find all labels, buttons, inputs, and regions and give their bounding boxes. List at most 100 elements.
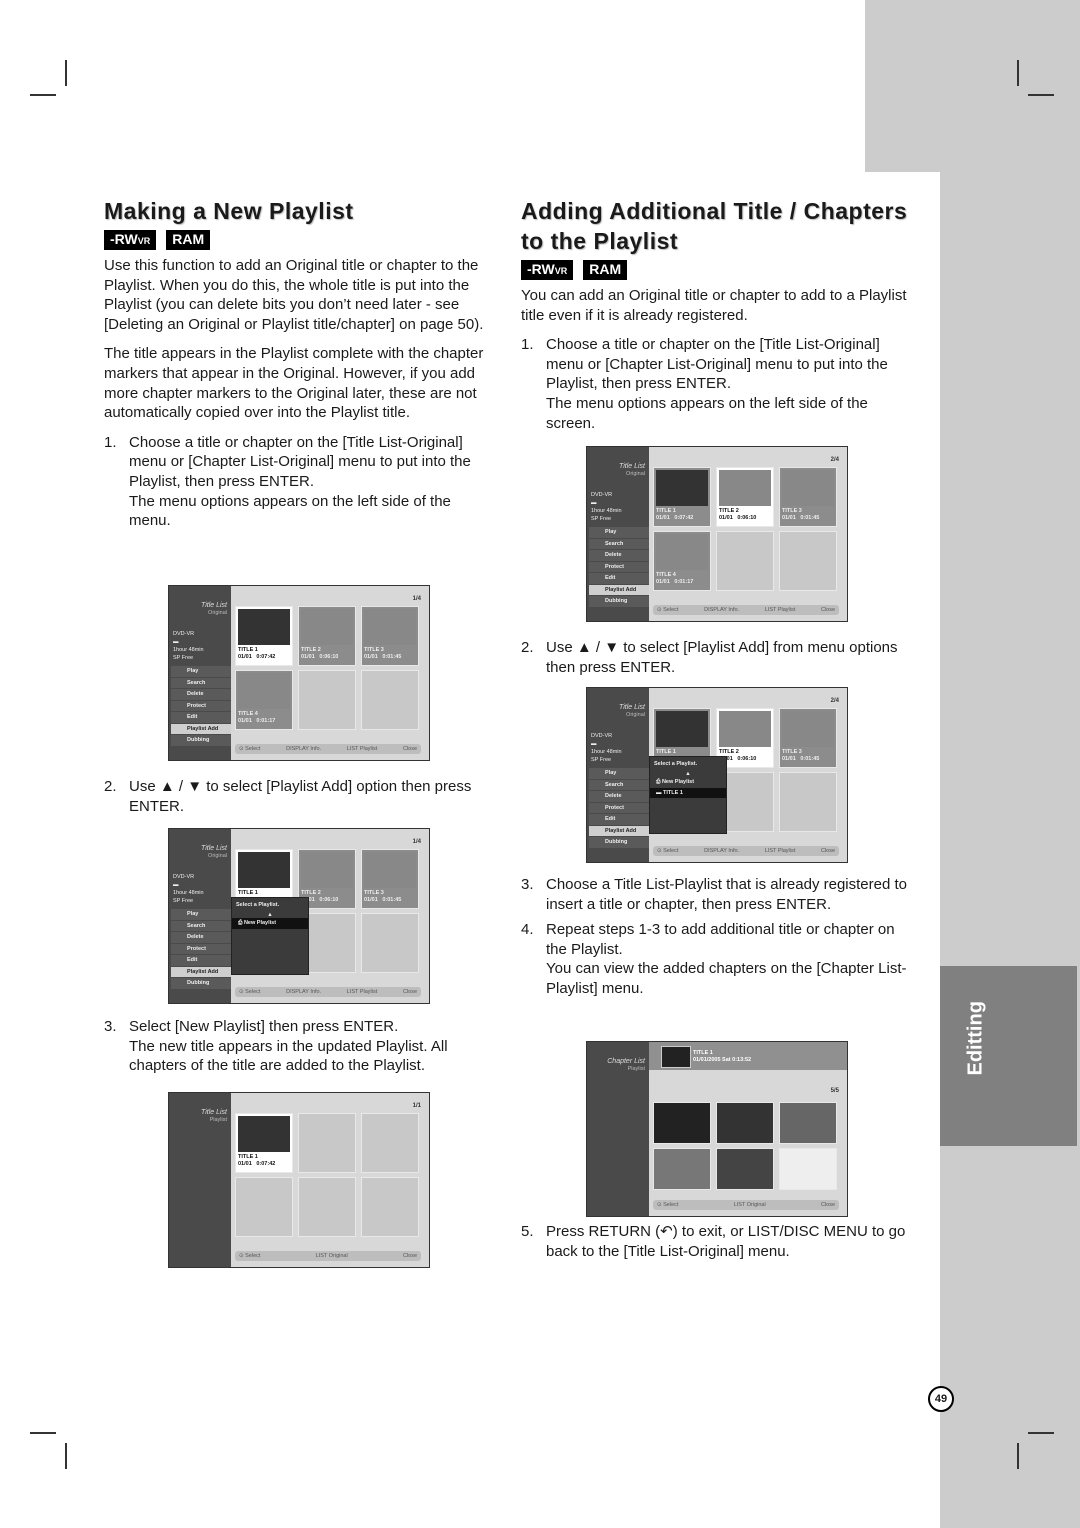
step-2: 2. Use ▲ / ▼ to select [Playlist Add] fro… xyxy=(521,639,898,676)
screen-footer: ⊙ Select DISPLAY Info. LIST Playlist Close xyxy=(653,605,839,615)
popup-title: Select a Playlist. xyxy=(654,761,698,767)
menu-item-search[interactable]: Search xyxy=(171,677,231,688)
section-heading: Making a New Playlist xyxy=(104,198,354,224)
pager: 5/5 xyxy=(830,1088,839,1094)
crop-mark xyxy=(30,94,56,96)
pager: 1/4 xyxy=(412,596,421,602)
menu-item-search[interactable]: Search xyxy=(171,920,231,931)
menu-item-playlist-add[interactable]: Playlist Add xyxy=(171,966,231,977)
empty-thumb xyxy=(779,531,837,591)
pager: 2/4 xyxy=(830,698,839,704)
title-thumb[interactable]: TITLE 3 01/01 0:01:45 xyxy=(779,467,837,527)
menu-item-playlist-add[interactable]: Playlist Add xyxy=(589,584,649,595)
menu-item-edit[interactable]: Edit xyxy=(171,712,231,723)
menu-item-protect[interactable]: Protect xyxy=(171,943,231,954)
title-thumb[interactable]: TITLE 101/01 0:07:42 xyxy=(235,606,293,666)
menu-item-dubbing[interactable]: Dubbing xyxy=(589,837,649,848)
chapter-thumb[interactable] xyxy=(653,1148,711,1190)
section-heading: Adding Additional Title / Chapters to th… xyxy=(521,198,908,254)
left-column: Making a New Playlist -RWVR RAM Use this… xyxy=(104,196,496,537)
right-column: Adding Additional Title / Chapters to th… xyxy=(521,196,913,439)
title-thumb[interactable]: TITLE 201/01 0:06:10 xyxy=(716,467,774,527)
step-3: 3. Select [New Playlist] then press ENTER… xyxy=(104,1018,448,1075)
screen-sidebar: Title List Original DVD-VR ▬ 1hour 48min SP … xyxy=(169,586,231,760)
chapter-thumb[interactable] xyxy=(716,1148,774,1190)
chapter-thumb[interactable] xyxy=(716,1102,774,1144)
empty-thumb xyxy=(298,670,356,730)
body-paragraph: The title appears in the Playlist comple… xyxy=(104,345,484,422)
popup-title-1[interactable]: ▬ TITLE 1 xyxy=(650,788,726,798)
title-thumb[interactable]: TITLE 3 01/01 0:01:45 xyxy=(779,708,837,768)
screen-footer: ⊙ Select DISPLAY Info. LIST Playlist Close xyxy=(653,846,839,856)
menu-item-dubbing[interactable]: Dubbing xyxy=(589,596,649,607)
title-thumb[interactable]: TITLE 201/01 0:06:10 xyxy=(298,606,356,666)
chapter-thumb[interactable] xyxy=(779,1102,837,1144)
chapter-preview xyxy=(661,1046,691,1068)
screenshot-chapter-list: Chapter List Playlist TITLE 1 01/01/2005 S… xyxy=(586,1041,848,1217)
empty-thumb xyxy=(361,670,419,730)
menu-item-playlist-add[interactable]: Playlist Add xyxy=(589,825,649,836)
disc-badge-rw: -RWVR xyxy=(104,230,157,250)
empty-thumb xyxy=(361,1113,419,1173)
chapter-info: TITLE 1 01/01/2005 Sat 0:13:52 xyxy=(693,1050,752,1063)
screen-sidebar: Title List Original DVD-VR ▬ 1hour 48min SP … xyxy=(587,447,649,621)
menu-item-delete[interactable]: Delete xyxy=(171,932,231,943)
menu-item-dubbing[interactable]: Dubbing xyxy=(171,978,231,989)
menu-item-protect[interactable]: Protect xyxy=(589,802,649,813)
right-step-5: 5. Press RETURN (↶) to exit, or LIST/DISC… xyxy=(521,1222,913,1267)
screen-menu: Play Search Delete Protect Edit Playlist… xyxy=(171,666,231,747)
menu-item-play[interactable]: Play xyxy=(589,768,649,779)
empty-thumb xyxy=(361,1177,419,1237)
menu-item-edit[interactable]: Edit xyxy=(171,955,231,966)
crop-mark xyxy=(1028,1432,1054,1434)
crop-mark xyxy=(65,60,67,86)
menu-item-edit[interactable]: Edit xyxy=(589,573,649,584)
menu-item-delete[interactable]: Delete xyxy=(589,791,649,802)
empty-thumb xyxy=(298,1177,356,1237)
screen-sidebar: Chapter List Playlist xyxy=(587,1042,649,1216)
screen-menu: Play Search Delete Protect Edit Playlist… xyxy=(589,527,649,608)
empty-thumb xyxy=(298,1113,356,1173)
screenshot-title-list-popup-2: Title List Original DVD-VR ▬ 1hour 48min SP … xyxy=(586,687,848,863)
menu-item-delete[interactable]: Delete xyxy=(589,550,649,561)
chapter-thumb[interactable] xyxy=(653,1102,711,1144)
title-grid: TITLE 101/01 0:07:42 TITLE 201/01 0:06:1… xyxy=(653,467,841,591)
menu-item-play[interactable]: Play xyxy=(589,527,649,538)
title-thumb[interactable]: TITLE 3 01/01 0:01:45 xyxy=(361,849,419,909)
menu-item-protect[interactable]: Protect xyxy=(171,700,231,711)
popup-new-playlist[interactable]: ⎙ New Playlist xyxy=(650,777,726,788)
menu-item-dubbing[interactable]: Dubbing xyxy=(171,735,231,746)
screen-sidebar: Title List Playlist xyxy=(169,1093,231,1267)
menu-item-play[interactable]: Play xyxy=(171,666,231,677)
title-thumb[interactable]: TITLE 401/01 0:01:17 xyxy=(653,531,711,591)
pager: 1/4 xyxy=(412,839,421,845)
empty-thumb xyxy=(716,531,774,591)
screen-footer: ⊙ Select LIST Original Close xyxy=(653,1200,839,1210)
step-1: 1. Choose a title or chapter on the [Titl… xyxy=(104,433,471,530)
select-playlist-popup: Select a Playlist. ▲ ⎙ New Playlist ▬ TITLE… xyxy=(649,756,727,834)
left-step-3: 3. Select [New Playlist] then press ENTER… xyxy=(104,1017,496,1082)
menu-item-search[interactable]: Search xyxy=(589,779,649,790)
title-thumb[interactable]: TITLE 401/01 0:01:17 xyxy=(235,670,293,730)
menu-item-delete[interactable]: Delete xyxy=(171,689,231,700)
popup-new-playlist[interactable]: ⎙ New Playlist xyxy=(232,918,308,929)
menu-item-playlist-add[interactable]: Playlist Add xyxy=(171,723,231,734)
crop-mark xyxy=(1028,94,1054,96)
disc-badge-ram: RAM xyxy=(583,260,628,280)
title-thumb[interactable]: TITLE 101/01 0:07:42 xyxy=(235,1113,293,1173)
screenshot-title-list-popup: Title List Original DVD-VR ▬ 1hour 48min SP … xyxy=(168,828,430,1004)
popup-title: Select a Playlist. xyxy=(236,902,280,908)
title-thumb[interactable]: TITLE 101/01 0:07:42 xyxy=(653,467,711,527)
menu-item-search[interactable]: Search xyxy=(589,538,649,549)
select-playlist-popup: Select a Playlist. ▲ ⎙ New Playlist xyxy=(231,897,309,975)
screen-footer: ⊙ Select DISPLAY Info. LIST Playlist Close xyxy=(235,987,421,997)
disc-badge-ram: RAM xyxy=(166,230,211,250)
step-5: 5. Press RETURN (↶) to exit, or LIST/DISC… xyxy=(521,1223,906,1260)
intro-paragraph: You can add an Original title or chapter… xyxy=(521,287,907,324)
title-thumb[interactable]: TITLE 3 01/01 0:01:45 xyxy=(361,606,419,666)
step-4: 4. Repeat steps 1-3 to add additional tit… xyxy=(521,921,907,997)
menu-item-edit[interactable]: Edit xyxy=(589,814,649,825)
menu-item-play[interactable]: Play xyxy=(171,909,231,920)
menu-item-protect[interactable]: Protect xyxy=(589,561,649,572)
step-2: 2. Use ▲ / ▼ to select [Playlist Add] opt… xyxy=(104,778,472,815)
